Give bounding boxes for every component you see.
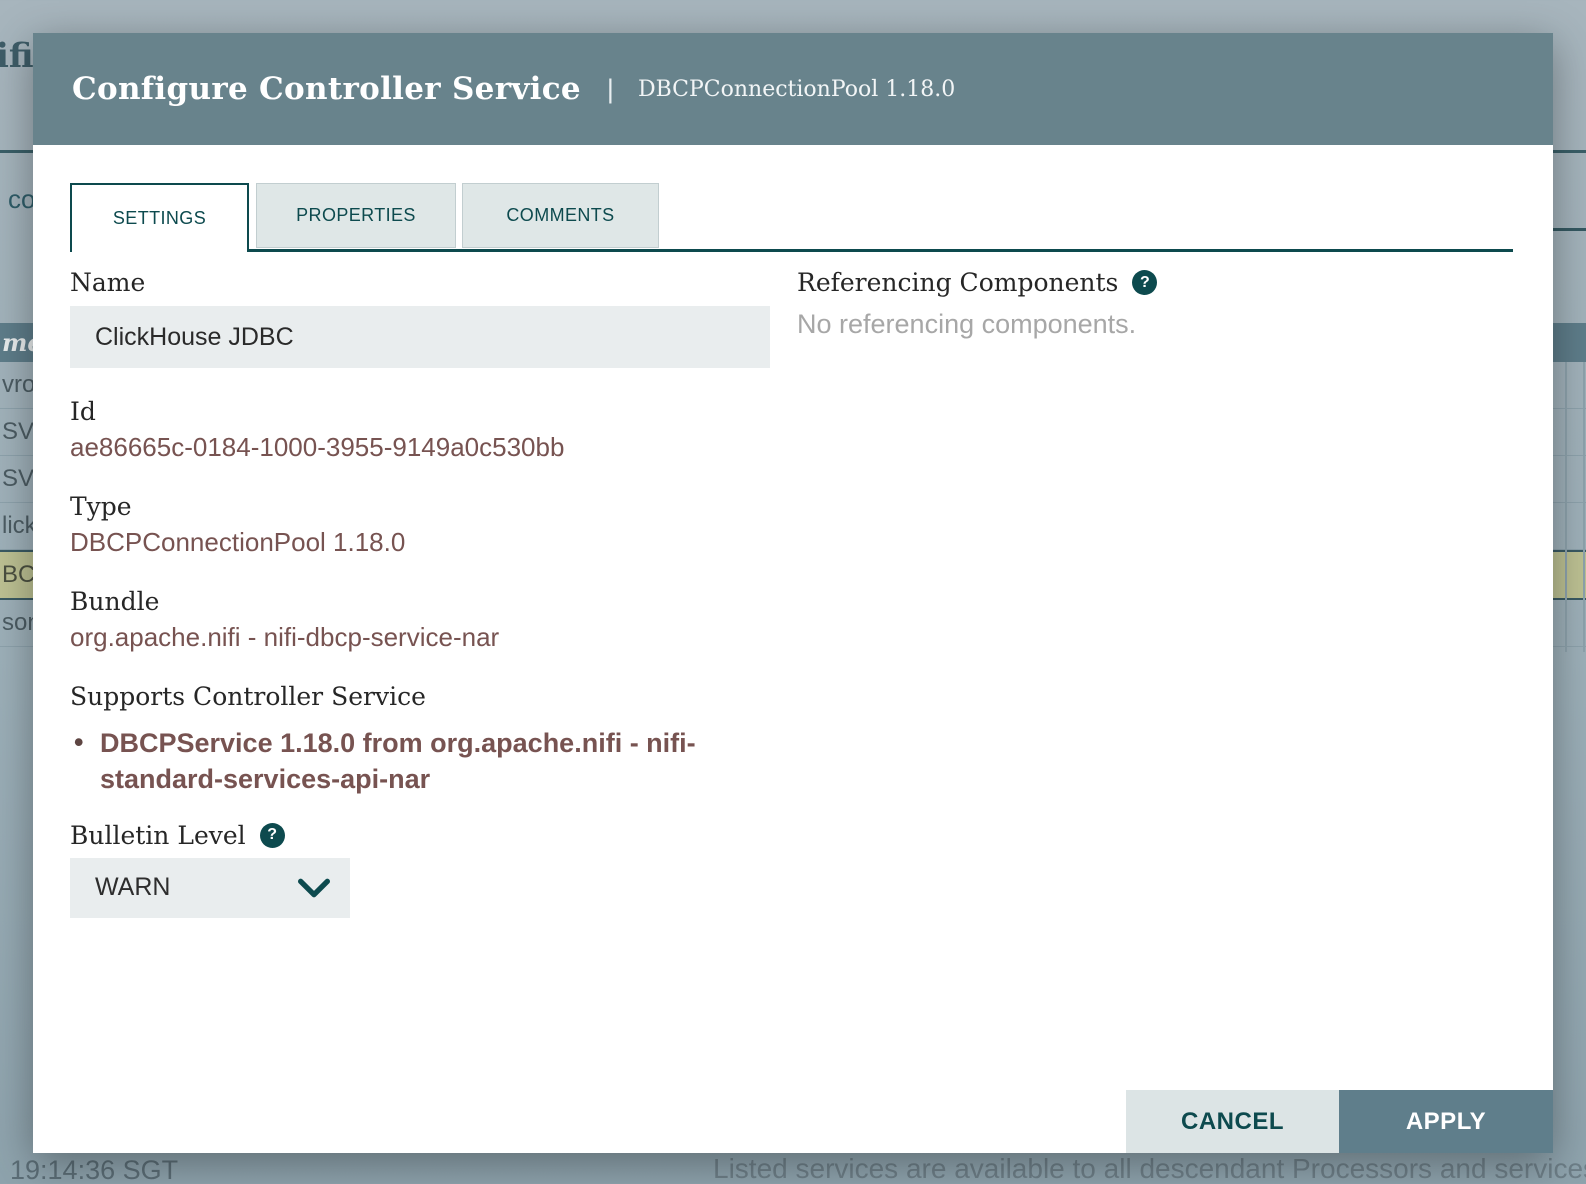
background-column-divider (1565, 362, 1567, 652)
id-label: Id (70, 397, 770, 426)
background-tab-fragment: co (8, 184, 35, 215)
dialog-title: Configure Controller Service (72, 71, 581, 107)
type-value: DBCPConnectionPool 1.18.0 (70, 527, 770, 558)
help-icon[interactable]: ? (260, 823, 285, 848)
cancel-button[interactable]: CANCEL (1126, 1090, 1339, 1153)
tab-properties[interactable]: PROPERTIES (256, 183, 456, 248)
referencing-components-empty-text: No referencing components. (797, 309, 1507, 340)
name-label: Name (70, 268, 770, 297)
dialog-subtitle: DBCPConnectionPool 1.18.0 (638, 77, 955, 102)
dialog-tabbar: SETTINGS PROPERTIES COMMENTS (70, 183, 1513, 252)
referencing-components-section: Referencing Components ? No referencing … (797, 252, 1507, 340)
supports-controller-service-item: DBCPService 1.18.0 from org.apache.nifi … (70, 725, 760, 798)
type-label: Type (70, 492, 770, 521)
bundle-label: Bundle (70, 587, 770, 616)
background-column-divider (1583, 362, 1585, 652)
supports-controller-service-list: DBCPService 1.18.0 from org.apache.nifi … (70, 725, 770, 798)
supports-controller-service-label: Supports Controller Service (70, 682, 770, 711)
chevron-down-icon (298, 877, 330, 899)
bulletin-level-select[interactable]: WARN (70, 858, 350, 918)
bulletin-level-label: Bulletin Level (70, 821, 246, 850)
title-separator: | (607, 74, 614, 105)
help-icon[interactable]: ? (1132, 270, 1157, 295)
bundle-value: org.apache.nifi - nifi-dbcp-service-nar (70, 622, 770, 653)
id-value: ae86665c-0184-1000-3955-9149a0c530bb (70, 432, 770, 463)
dialog-actions: CANCEL APPLY (1126, 1090, 1553, 1153)
apply-button[interactable]: APPLY (1339, 1090, 1553, 1153)
bulletin-level-value: WARN (95, 873, 170, 902)
clock-timestamp: 19:14:36 SGT (10, 1155, 178, 1184)
tab-comments[interactable]: COMMENTS (462, 183, 659, 248)
referencing-components-label: Referencing Components (797, 268, 1118, 297)
tab-settings[interactable]: SETTINGS (70, 183, 249, 252)
background-status-text: Listed services are available to all des… (713, 1153, 1586, 1184)
name-input[interactable] (70, 306, 770, 368)
settings-form-left-column: Name Id ae86665c-0184-1000-3955-9149a0c5… (70, 252, 770, 918)
configure-controller-service-dialog: Configure Controller Service | DBCPConne… (33, 33, 1553, 1153)
dialog-header: Configure Controller Service | DBCPConne… (33, 33, 1553, 145)
